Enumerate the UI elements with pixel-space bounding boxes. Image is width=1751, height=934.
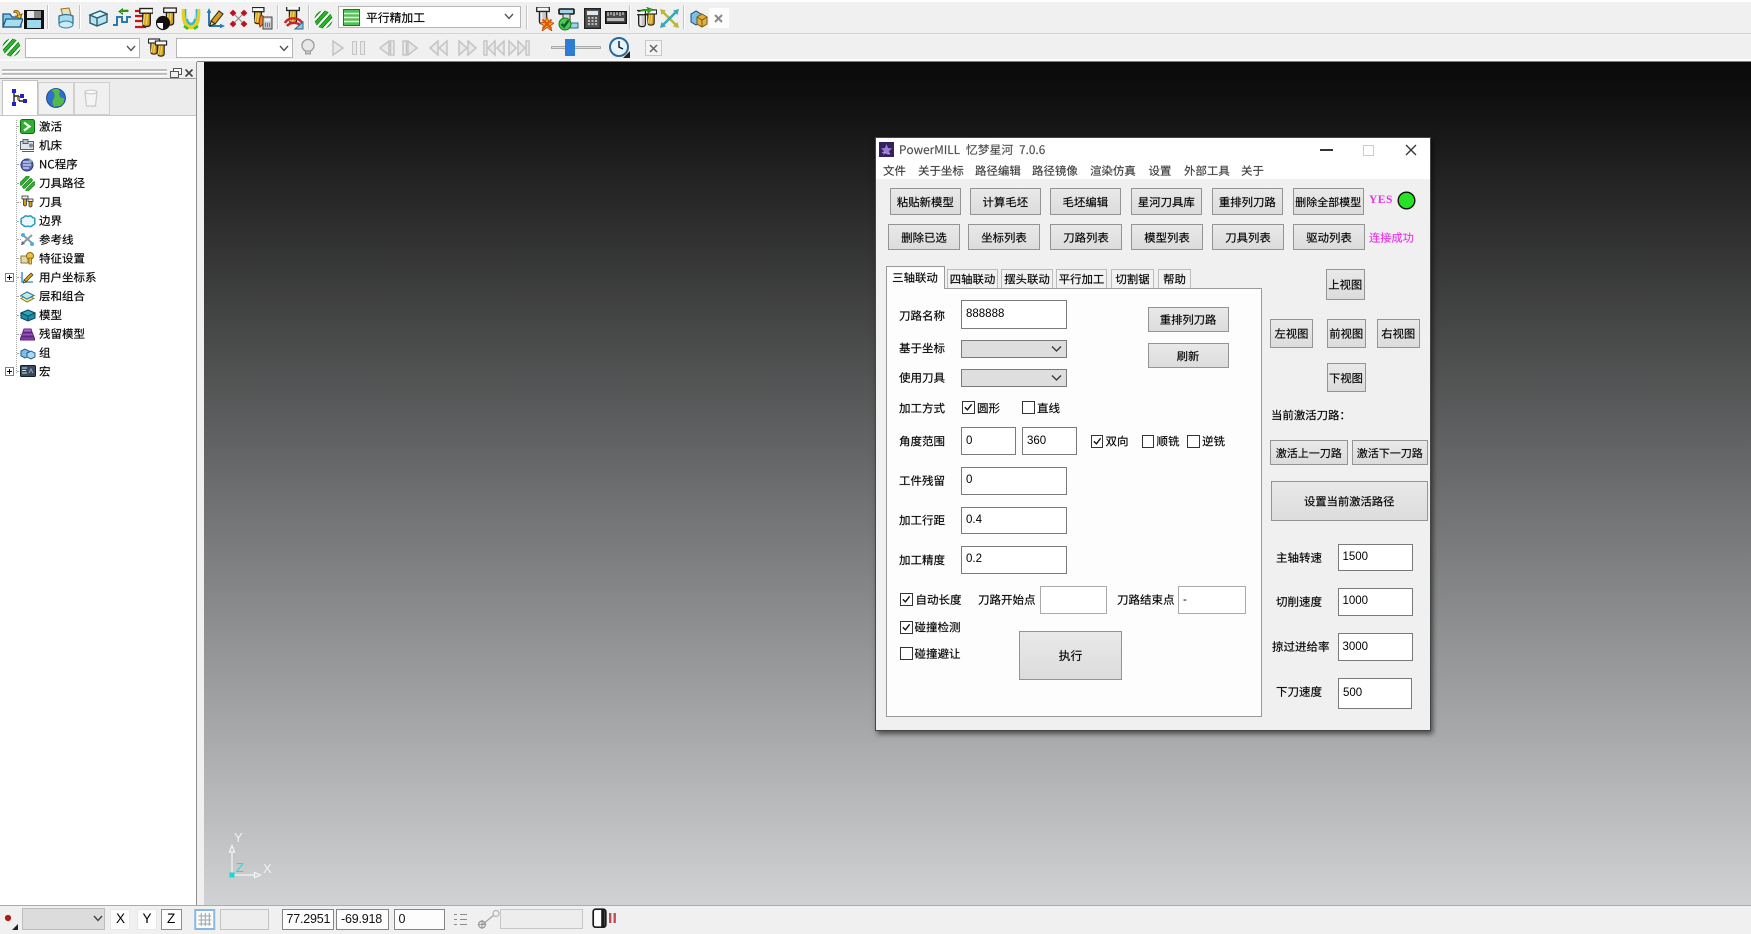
svg-text:Y: Y [234, 830, 243, 845]
svg-text:Z: Z [236, 860, 244, 875]
svg-text:X: X [263, 861, 272, 876]
